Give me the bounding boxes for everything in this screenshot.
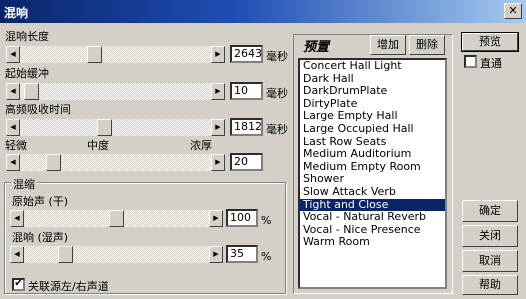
cancel-button[interactable]: 取消 [462,250,518,272]
arrow-left-icon[interactable]: ◀ [6,154,20,171]
perception-mid-label: 中度 [87,139,109,152]
dry-input[interactable]: 100 [226,209,258,227]
slider-track[interactable] [24,246,209,263]
preview-button[interactable]: 预览 [461,32,519,52]
dry-unit: % [261,214,272,227]
slider-thumb[interactable] [97,119,112,136]
checkmark-icon: ✔ [14,278,23,289]
preset-list[interactable]: Concert Hall Light Dark Hall DarkDrumPlate… [298,58,447,289]
help-button[interactable]: 帮助 [462,275,518,295]
attack-input[interactable]: 10 [230,82,263,100]
dry-slider[interactable]: ◀ ▶ [10,210,223,227]
ok-button[interactable]: 确定 [462,200,518,222]
preset-list-item[interactable]: Slow Attack Verb [300,185,445,199]
preset-list-item[interactable]: Concert Hall Light [300,60,445,73]
reverb-dialog: 混响 ✕ 混响长度 ◀ ▶ 2643 毫秒 起始缓冲 ◀ ▶ 10 毫秒 高频吸… [0,0,526,299]
preset-list-item[interactable]: Warm Room [300,236,445,249]
reverb-length-label: 混响长度 [5,30,49,43]
reverb-length-input[interactable]: 2643 [230,45,263,63]
reverb-length-unit: 毫秒 [266,50,288,63]
arrow-right-icon[interactable]: ▶ [211,83,225,100]
add-preset-button[interactable]: 增加 [370,35,406,55]
slider-track[interactable] [20,119,211,136]
preset-list-item[interactable]: Large Occupied Hall [300,122,445,136]
wet-unit: % [261,250,272,263]
slider-track[interactable] [24,210,209,227]
window-title: 混响 [4,6,29,20]
arrow-left-icon[interactable]: ◀ [6,119,20,136]
arrow-left-icon[interactable]: ◀ [6,46,20,63]
arrow-right-icon[interactable]: ▶ [211,46,225,63]
preset-list-item[interactable]: DarkDrumPlate [300,85,445,98]
link-channels-checkbox[interactable]: ✔ [12,278,25,291]
title-bar: 混响 ✕ [0,0,526,23]
hf-absorb-label: 高频吸收时间 [5,103,71,116]
close-window-button[interactable]: ✕ [504,3,522,19]
arrow-left-icon[interactable]: ◀ [10,246,24,263]
arrow-left-icon[interactable]: ◀ [6,83,20,100]
arrow-right-icon[interactable]: ▶ [209,210,223,227]
attack-label: 起始缓冲 [5,67,49,80]
arrow-right-icon[interactable]: ▶ [209,246,223,263]
preset-list-item[interactable]: Vocal - Natural Reverb [300,211,445,224]
hf-absorb-input[interactable]: 1812 [230,118,263,136]
arrow-right-icon[interactable]: ▶ [211,119,225,136]
hf-absorb-slider[interactable]: ◀ ▶ [6,119,225,136]
mix-group-label: 混缩 [11,176,37,192]
attack-unit: 毫秒 [266,87,288,100]
wet-input[interactable]: 35 [226,245,258,263]
perception-low-label: 轻微 [5,139,27,152]
dry-label: 原始声 (干) [12,195,69,208]
attack-slider[interactable]: ◀ ▶ [6,83,225,100]
wet-label: 混响 (湿声) [12,231,69,244]
wet-slider[interactable]: ◀ ▶ [10,246,223,263]
slider-thumb[interactable] [87,46,102,63]
slider-track[interactable] [20,83,211,100]
slider-thumb[interactable] [58,246,73,263]
delete-preset-button[interactable]: 删除 [409,35,445,55]
bypass-label: 直通 [480,57,502,70]
slider-track[interactable] [20,46,211,63]
slider-thumb[interactable] [24,83,39,100]
arrow-left-icon[interactable]: ◀ [10,210,24,227]
hf-absorb-unit: 毫秒 [266,123,288,136]
preset-list-item[interactable]: Medium Auditorium [300,148,445,161]
presets-title: 预置 [303,40,330,55]
slider-thumb[interactable] [46,154,61,171]
bypass-checkbox[interactable] [464,55,477,68]
link-channels-label: 关联源左/右声道 [28,280,109,293]
arrow-right-icon[interactable]: ▶ [211,154,225,171]
slider-track[interactable] [20,154,211,171]
close-button[interactable]: 关闭 [462,225,518,247]
reverb-length-slider[interactable]: ◀ ▶ [6,46,225,63]
slider-thumb[interactable] [109,210,124,227]
perception-input[interactable]: 20 [230,153,263,171]
perception-slider[interactable]: ◀ ▶ [6,154,225,171]
perception-high-label: 浓厚 [190,139,212,152]
